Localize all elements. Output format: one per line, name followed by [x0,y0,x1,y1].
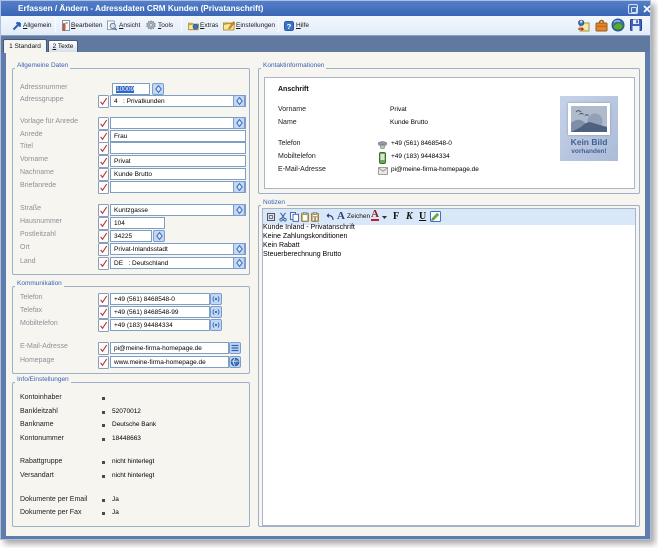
svg-text:T: T [313,216,318,222]
svg-text:?: ? [287,22,292,31]
